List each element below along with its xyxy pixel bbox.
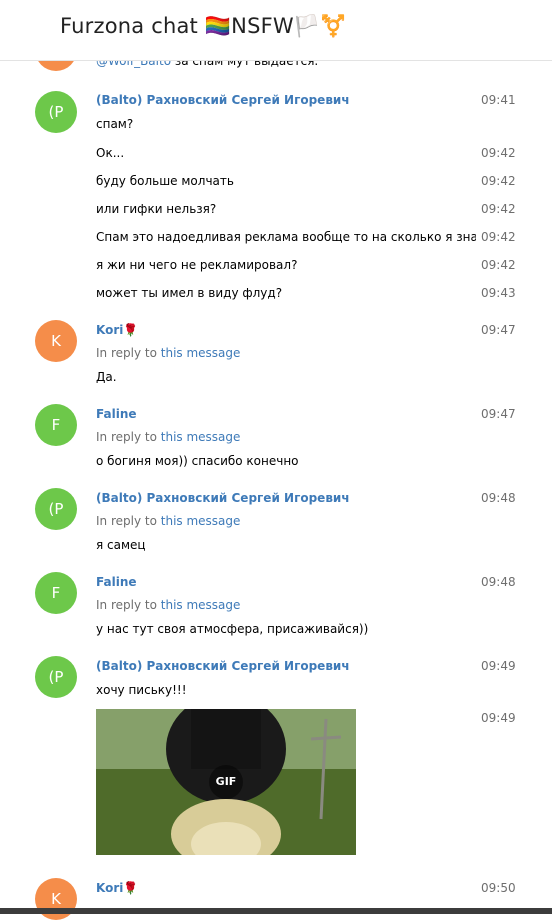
message-history[interactable]: @Wolf_Balto за спам мут выдается. (P (Ba…: [0, 0, 552, 920]
sender-name[interactable]: (Balto) Рахновский Сергей Игоревич: [96, 659, 350, 673]
message-time: 09:42: [481, 174, 516, 188]
message-text: я жи ни чего не рекламировал?: [96, 258, 298, 272]
gif-badge: GIF: [215, 775, 237, 788]
sender-name[interactable]: Kori🌹: [96, 323, 138, 337]
reply-link[interactable]: this message: [161, 430, 241, 444]
sender-name[interactable]: (Balto) Рахновский Сергей Игоревич: [96, 491, 350, 505]
message-time: 09:43: [481, 286, 516, 300]
chat-header: Furzona chat 🏳️‍🌈NSFW🏳️⚧️: [0, 0, 552, 61]
message-text: я самец: [96, 538, 146, 552]
message-text: у нас тут своя атмосфера, присаживайся)): [96, 622, 369, 636]
message-time: 09:50: [481, 881, 516, 895]
reply-link[interactable]: this message: [161, 598, 241, 612]
bottom-bar: [0, 908, 552, 914]
message-text: Ок...: [96, 146, 125, 160]
reply-line: In reply to this message: [96, 598, 240, 612]
reply-prefix: In reply to: [96, 598, 157, 612]
message-time: 09:42: [481, 230, 516, 244]
sender-name[interactable]: (Balto) Рахновский Сергей Игоревич: [96, 93, 350, 107]
message-time: 09:48: [481, 575, 516, 589]
message-text: хочу письку!!!: [96, 683, 187, 697]
message-time: 09:42: [481, 202, 516, 216]
message-text: Спам это надоедливая реклама вообще то н…: [96, 230, 476, 244]
reply-link[interactable]: this message: [161, 346, 241, 360]
reply-prefix: In reply to: [96, 514, 157, 528]
message-time: 09:42: [481, 258, 516, 272]
message-time: 09:41: [481, 93, 516, 107]
avatar[interactable]: (P: [35, 91, 77, 133]
reply-line: In reply to this message: [96, 514, 240, 528]
chat-title[interactable]: Furzona chat 🏳️‍🌈NSFW🏳️⚧️: [60, 14, 347, 39]
reply-line: In reply to this message: [96, 430, 240, 444]
avatar[interactable]: F: [35, 572, 77, 614]
message-time: 09:47: [481, 323, 516, 337]
message-text: спам?: [96, 117, 134, 131]
reply-prefix: In reply to: [96, 430, 157, 444]
sender-name[interactable]: Faline: [96, 407, 137, 421]
avatar[interactable]: (P: [35, 488, 77, 530]
reply-prefix: In reply to: [96, 346, 157, 360]
reply-line: In reply to this message: [96, 346, 240, 360]
message-text: может ты имел в виду флуд?: [96, 286, 283, 300]
message-time: 09:48: [481, 491, 516, 505]
avatar[interactable]: (P: [35, 656, 77, 698]
message-text: буду больше молчать: [96, 174, 234, 188]
gif-media[interactable]: GIF: [96, 709, 356, 855]
message-text: или гифки нельзя?: [96, 202, 217, 216]
avatar[interactable]: F: [35, 404, 77, 446]
message-time: 09:42: [481, 146, 516, 160]
message-text: Да.: [96, 370, 117, 384]
message-time: 09:49: [481, 711, 516, 725]
message-time: 09:47: [481, 407, 516, 421]
avatar[interactable]: K: [35, 320, 77, 362]
sender-name[interactable]: Kori🌹: [96, 881, 138, 895]
reply-link[interactable]: this message: [161, 514, 241, 528]
message-text: о богиня моя)) спасибо конечно: [96, 454, 299, 468]
message-time: 09:49: [481, 659, 516, 673]
sender-name[interactable]: Faline: [96, 575, 137, 589]
